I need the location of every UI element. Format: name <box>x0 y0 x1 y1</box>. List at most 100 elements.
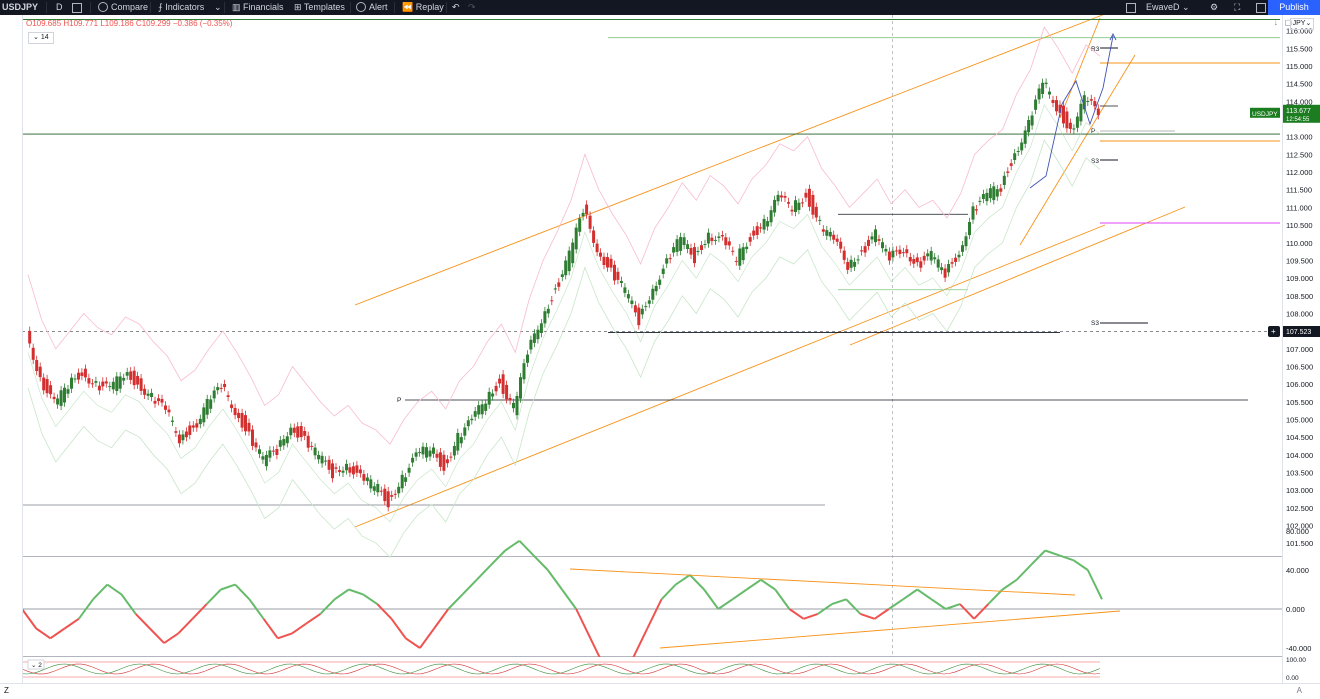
candle-body <box>376 484 380 493</box>
candle-body <box>679 237 683 251</box>
candle-body <box>599 252 602 257</box>
legend-high: H109.771 <box>63 19 99 28</box>
layout-dropdown[interactable]: EwaveD ⌄ <box>1146 0 1190 15</box>
publish-button[interactable]: Publish <box>1268 0 1320 15</box>
price-tick-label: 111.000 <box>1286 203 1312 212</box>
replay-label: Replay <box>415 2 444 12</box>
candle-body <box>985 192 989 202</box>
layout-icon[interactable] <box>1126 0 1136 15</box>
candle-body <box>386 491 390 508</box>
chart-type-icon[interactable] <box>72 0 82 15</box>
candle-body <box>1006 171 1010 173</box>
candle-body <box>700 245 703 250</box>
candle-body <box>710 237 714 242</box>
candle-body <box>264 454 268 467</box>
candle-body <box>609 258 613 268</box>
interval-button[interactable]: D <box>56 0 63 15</box>
candle-body <box>198 418 202 425</box>
symbol-search[interactable]: USDJPY <box>2 0 38 15</box>
candle-body <box>317 454 321 460</box>
candle-body <box>80 372 84 376</box>
candle-body <box>209 399 213 409</box>
candle-body <box>45 379 49 394</box>
auto-scale-button[interactable]: A <box>1297 686 1302 695</box>
divider <box>446 2 447 13</box>
candle-body <box>35 360 39 371</box>
candle-body <box>237 412 241 419</box>
candle-body <box>686 244 690 249</box>
candle-body <box>438 452 442 467</box>
candle-body <box>157 398 160 402</box>
left-drawing-toolbar[interactable] <box>0 15 23 683</box>
candle-body <box>717 236 721 238</box>
candle-body <box>1048 91 1051 95</box>
price-tick-label: 111.500 <box>1286 186 1312 195</box>
candle-body <box>811 195 815 215</box>
settings-gear-icon[interactable]: ⚙ <box>1210 0 1218 15</box>
candle-body <box>202 407 206 423</box>
currency-button[interactable]: JPY⌄ <box>1290 18 1314 30</box>
candle-body <box>244 415 247 432</box>
candle-body <box>881 242 884 249</box>
replay-button[interactable]: ⏪ Replay <box>402 0 444 15</box>
candle-body <box>1079 103 1083 122</box>
countdown-label: 12:54:55 <box>1286 117 1310 123</box>
candle-body <box>651 288 655 300</box>
candle-body <box>28 330 32 344</box>
indicators-button[interactable]: ⨍ Indicators <box>158 0 204 15</box>
indicators-collapse-button[interactable]: ⌄ 14 <box>28 32 54 44</box>
price-tick-label: 115.000 <box>1286 62 1313 71</box>
candle-body <box>546 308 550 314</box>
pivot-p-label: P <box>1091 128 1095 135</box>
candle-body <box>212 390 216 399</box>
candle-body <box>1072 128 1076 130</box>
candle-body <box>943 268 947 278</box>
candle-body <box>1055 100 1058 112</box>
candle-body <box>219 387 223 389</box>
compare-button[interactable]: Compare <box>98 0 148 15</box>
financials-button[interactable]: ▥ Financials <box>232 0 284 15</box>
candle-body <box>230 404 234 409</box>
price-tick-label: 106.000 <box>1286 380 1313 389</box>
indicators-dropdown-icon[interactable]: ⌄ <box>214 0 222 15</box>
candle-body <box>846 262 850 270</box>
candle-body <box>734 260 738 262</box>
move-down-icon[interactable]: ↓ <box>1274 18 1278 27</box>
candle-body <box>42 377 46 391</box>
pivot-s3-label: S3 <box>1091 158 1099 165</box>
candle-body <box>672 247 676 253</box>
candle-body <box>1016 151 1020 152</box>
candle-body <box>421 446 425 455</box>
candle-body <box>1044 82 1048 85</box>
undo-icon[interactable]: ↶ <box>452 0 460 15</box>
price-tick-label: 114.500 <box>1286 80 1313 89</box>
candle-body <box>961 245 964 252</box>
candle-body <box>814 206 818 218</box>
candle-body <box>327 459 331 470</box>
candle-body <box>108 386 112 388</box>
legend-close: C109.299 <box>135 19 171 28</box>
camera-icon[interactable] <box>1256 0 1266 15</box>
candle-body <box>188 425 192 435</box>
candle-body <box>821 229 825 232</box>
candle-body <box>414 452 418 457</box>
redo-icon[interactable]: ↷ <box>468 0 476 15</box>
fullscreen-icon[interactable]: ⛶ <box>1234 0 1240 15</box>
candle-body <box>338 470 341 472</box>
candle-body <box>303 431 307 436</box>
chart-canvas[interactable]: 82510628259709701062826PR3S3S3P 116.0001… <box>0 0 1320 698</box>
price-tick-label: 110.000 <box>1286 239 1313 248</box>
candle-body <box>630 300 634 304</box>
plus-icon: + <box>1271 327 1276 336</box>
candle-body <box>195 423 199 428</box>
candle-body <box>484 403 488 411</box>
templates-icon: ⊞ <box>294 2 304 12</box>
zoom-button[interactable]: Z <box>4 686 9 695</box>
candle-body <box>738 248 742 266</box>
candle-body <box>383 488 387 502</box>
candle-body <box>790 209 794 212</box>
templates-button[interactable]: ⊞ Templates <box>294 0 345 15</box>
price-tick-label: 105.500 <box>1286 398 1313 407</box>
osc-tick-label: 0.000 <box>1286 605 1305 614</box>
alert-button[interactable]: Alert <box>356 0 388 15</box>
